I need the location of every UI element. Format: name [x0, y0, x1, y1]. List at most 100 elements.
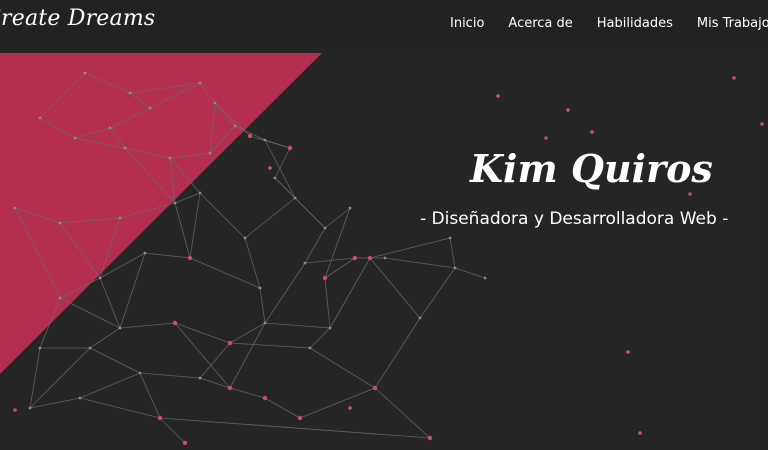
- network-dot: [287, 145, 293, 151]
- network-dot: [227, 385, 233, 391]
- network-dot: [173, 201, 177, 205]
- network-dot: [73, 136, 77, 140]
- page: Create Dreams Inicio Acerca de Habilidad…: [0, 0, 768, 450]
- network-dot: [88, 346, 92, 350]
- network-dot: [427, 435, 433, 441]
- network-dot: [123, 146, 127, 150]
- network-dot: [263, 321, 267, 325]
- network-line: [369, 237, 451, 259]
- network-dot: [262, 395, 268, 401]
- network-line: [89, 327, 121, 349]
- network-dot: [352, 255, 358, 261]
- network-line: [79, 372, 141, 399]
- network-dot: [172, 320, 178, 326]
- network-dot: [198, 376, 202, 380]
- floating-particle: [638, 431, 642, 435]
- network-dot: [38, 116, 42, 120]
- network-line: [229, 342, 311, 349]
- network-line: [329, 257, 371, 329]
- floating-particle: [544, 136, 548, 140]
- hero-subtitle: - Diseñadora y Desarrolladora Web -: [420, 209, 729, 229]
- network-dot: [13, 206, 17, 210]
- network-dot: [78, 396, 82, 400]
- network-line: [119, 252, 146, 329]
- network-dot: [198, 191, 202, 195]
- network-dot: [247, 133, 253, 139]
- floating-particle: [13, 408, 17, 412]
- nav-item-inicio[interactable]: Inicio: [450, 16, 484, 31]
- network-dot: [303, 261, 307, 265]
- network-line: [174, 202, 191, 259]
- network-dot: [243, 236, 247, 240]
- network-dot: [448, 236, 452, 240]
- network-dot: [323, 226, 327, 230]
- network-dot: [233, 124, 237, 128]
- network-dot: [148, 106, 152, 110]
- network-line: [259, 287, 266, 324]
- network-line: [119, 322, 176, 329]
- network-dot: [258, 286, 262, 290]
- navbar: Create Dreams Inicio Acerca de Habilidad…: [0, 0, 768, 48]
- network-dot: [367, 255, 373, 261]
- network-dot: [83, 71, 87, 75]
- network-dot: [118, 216, 122, 220]
- network-dot: [187, 255, 193, 261]
- particle-network-background: [0, 53, 764, 446]
- network-dot: [383, 256, 387, 260]
- network-line: [229, 387, 266, 399]
- network-line: [369, 257, 421, 319]
- floating-particle: [566, 108, 570, 112]
- network-dot: [143, 251, 147, 255]
- network-dot: [273, 176, 277, 180]
- network-line: [189, 257, 261, 289]
- network-dot: [198, 81, 202, 85]
- nav-item-acerca-de[interactable]: Acerca de: [508, 16, 572, 31]
- network-line: [29, 347, 91, 409]
- network-dot: [157, 415, 163, 421]
- network-dot: [58, 221, 62, 225]
- floating-particle: [268, 166, 272, 170]
- network-dot: [348, 206, 352, 210]
- network-line: [264, 322, 331, 329]
- network-line: [29, 397, 81, 409]
- network-line: [449, 237, 456, 269]
- network-dot: [168, 156, 172, 160]
- network-dot: [98, 276, 102, 280]
- floating-particle: [496, 94, 500, 98]
- network-line: [59, 297, 121, 329]
- hero-name: Kim Quiros: [470, 146, 713, 191]
- floating-particle: [590, 130, 594, 134]
- network-line: [309, 327, 331, 349]
- network-dot: [308, 346, 312, 350]
- network-dot: [128, 91, 132, 95]
- network-dot: [293, 196, 297, 200]
- network-line: [159, 417, 186, 444]
- network-dot: [208, 151, 212, 155]
- network-line: [309, 347, 376, 389]
- floating-particle: [732, 76, 736, 80]
- nav-item-habilidades[interactable]: Habilidades: [597, 16, 673, 31]
- brand-logo-text[interactable]: Create Dreams: [0, 6, 155, 31]
- network-dot: [483, 276, 487, 280]
- network-dot: [182, 440, 188, 446]
- nav-item-mis-trabajos[interactable]: Mis Trabajos: [697, 16, 768, 31]
- network-dot: [38, 346, 42, 350]
- network-dot: [328, 326, 332, 330]
- network-line: [454, 267, 486, 279]
- network-line: [189, 192, 201, 259]
- network-dot: [28, 406, 32, 410]
- accent-triangle: [0, 53, 322, 374]
- network-line: [264, 262, 306, 324]
- network-line: [264, 397, 301, 419]
- network-dot: [322, 275, 328, 281]
- network-line: [159, 417, 431, 439]
- network-line: [244, 197, 296, 239]
- network-line: [419, 267, 456, 319]
- network-dot: [372, 385, 378, 391]
- network-line: [89, 347, 141, 374]
- floating-particle: [626, 350, 630, 354]
- network-line: [144, 252, 191, 259]
- network-dot: [297, 415, 303, 421]
- network-line: [199, 192, 246, 239]
- network-line: [79, 397, 161, 419]
